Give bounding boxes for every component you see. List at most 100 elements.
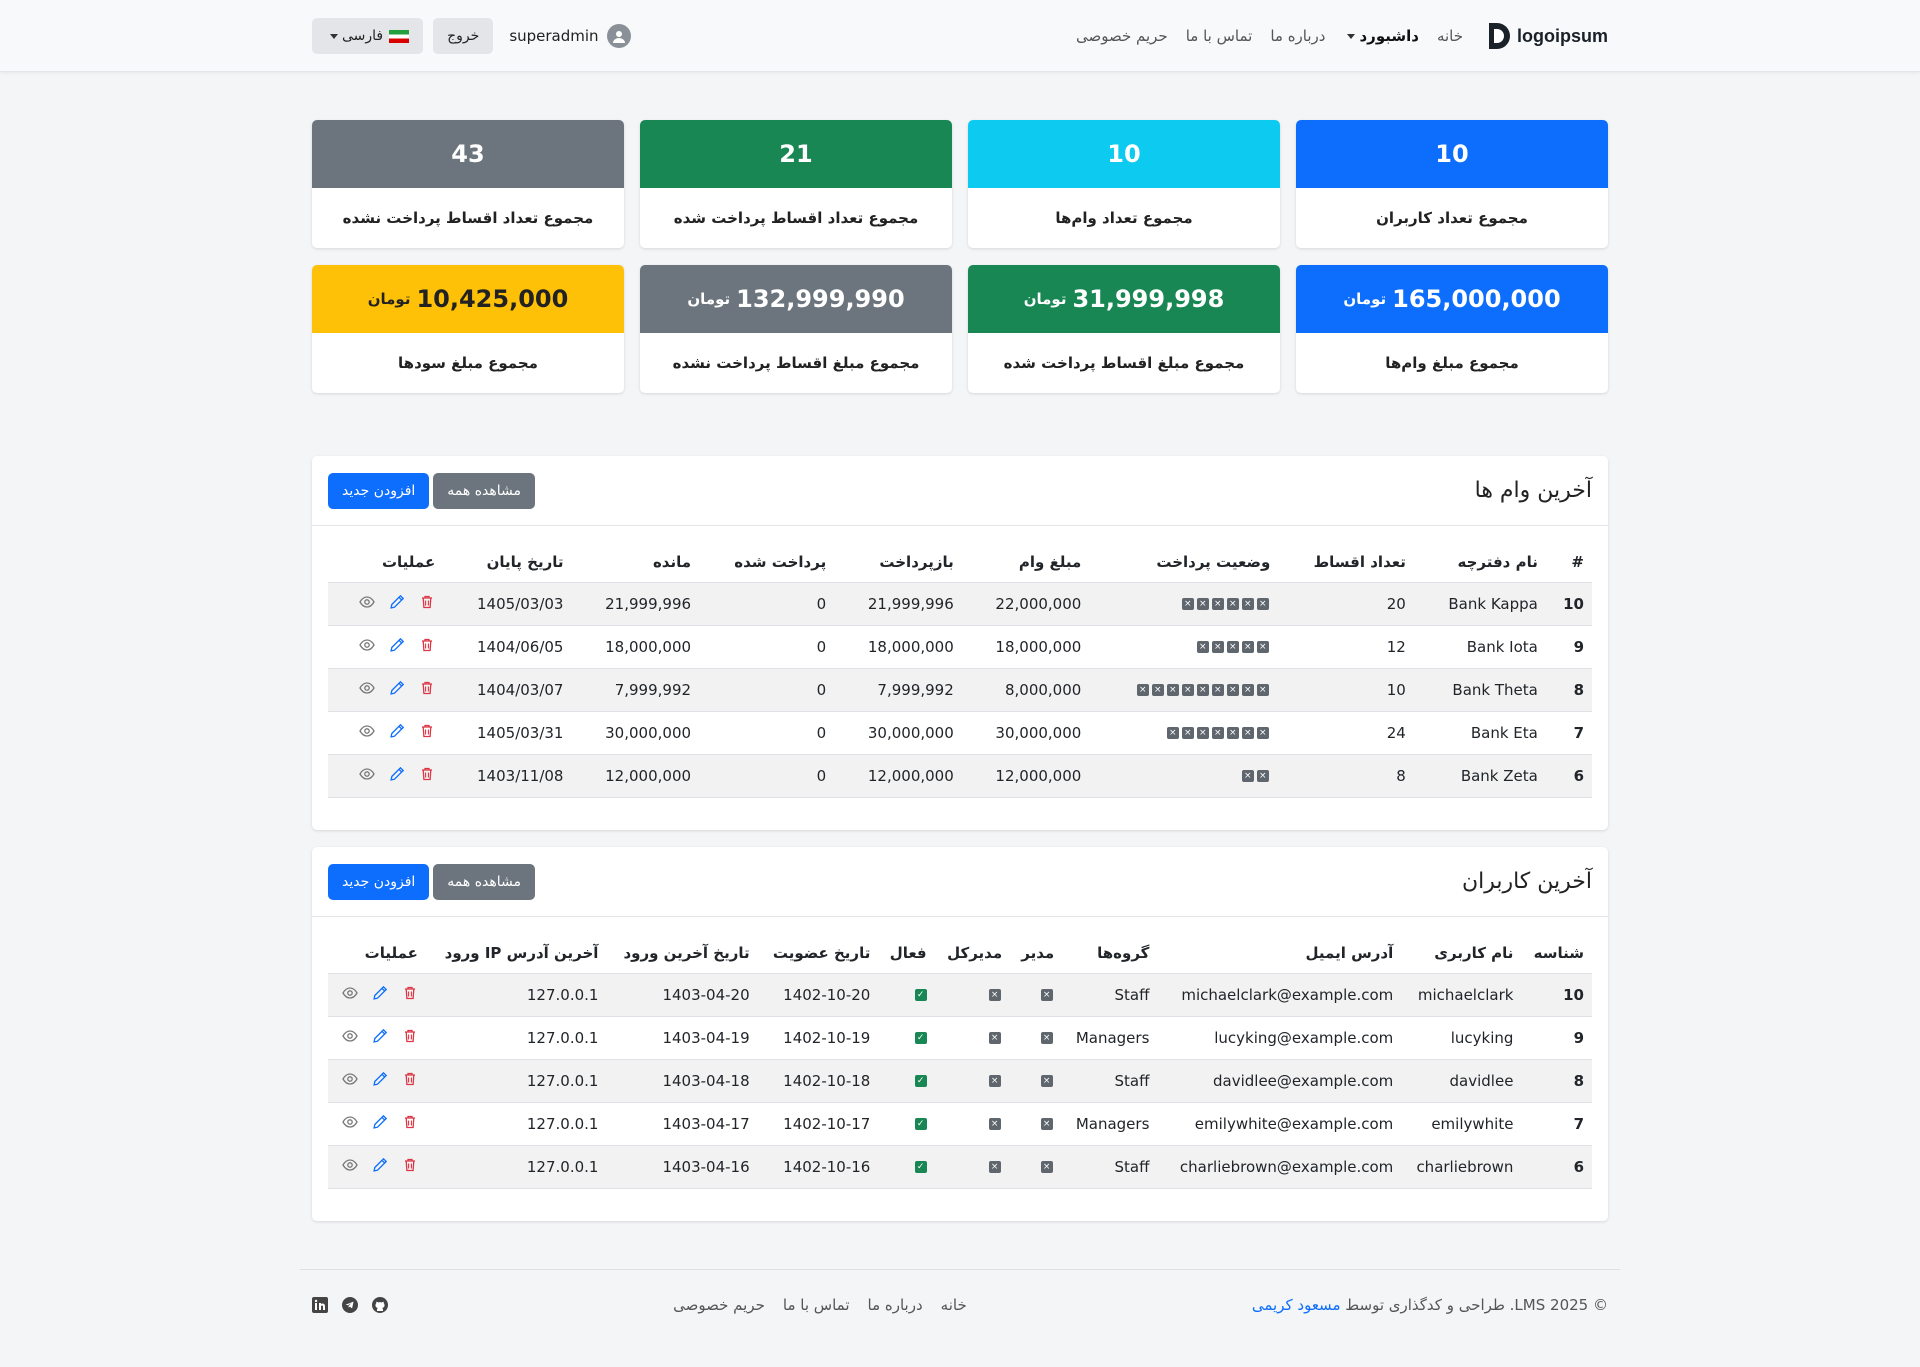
users-view-all-button[interactable]: مشاهده همه bbox=[433, 863, 536, 900]
latest-users-panel: آخرین کاربران مشاهده همه افزودن جدید شنا… bbox=[312, 847, 1608, 1221]
trash-icon[interactable] bbox=[402, 985, 418, 1001]
trash-icon[interactable] bbox=[402, 1157, 418, 1173]
loan-end-date: 1405/03/03 bbox=[443, 582, 572, 626]
user-menu[interactable]: superadmin bbox=[509, 24, 631, 48]
users-add-new-button[interactable]: افزودن جدید bbox=[328, 863, 430, 900]
eye-icon[interactable] bbox=[359, 594, 375, 610]
nav-contact[interactable]: تماس با ما bbox=[1186, 27, 1253, 45]
check-icon: ✓ bbox=[914, 1075, 927, 1087]
loan-installments: 24 bbox=[1278, 711, 1414, 755]
table-row: 9 lucyking lucyking@example.com Managers × × ✓… bbox=[328, 1016, 1592, 1060]
unpaid-status-icon: × bbox=[1211, 727, 1224, 739]
column-header: مبلغ وام bbox=[961, 542, 1090, 583]
eye-icon[interactable] bbox=[342, 1028, 358, 1044]
logout-button[interactable]: خروج bbox=[433, 18, 494, 54]
stat-value-box: 21 bbox=[640, 120, 952, 188]
pencil-icon[interactable] bbox=[389, 637, 405, 653]
actions-cell bbox=[328, 1102, 426, 1146]
stat-unit: تومان bbox=[687, 290, 731, 308]
stat-value-box: 31,999,998 تومان bbox=[968, 265, 1280, 333]
stat-value-box: 10,425,000 تومان bbox=[312, 265, 624, 333]
telegram-icon[interactable] bbox=[342, 1297, 359, 1313]
pencil-icon[interactable] bbox=[389, 766, 405, 782]
is-staff-cell: × bbox=[1010, 973, 1063, 1017]
pencil-icon[interactable] bbox=[372, 985, 388, 1001]
footer-link-home[interactable]: خانه bbox=[941, 1296, 967, 1314]
stat-label: مجموع تعداد اقساط پرداخت نشده bbox=[342, 209, 594, 227]
language-select[interactable]: فارسی bbox=[312, 18, 424, 54]
user-avatar-icon bbox=[606, 24, 631, 48]
user-email: davidlee@example.com bbox=[1157, 1059, 1402, 1103]
pencil-icon[interactable] bbox=[389, 680, 405, 696]
eye-icon[interactable] bbox=[359, 766, 375, 782]
nav-home[interactable]: خانه bbox=[1437, 27, 1463, 45]
pencil-icon[interactable] bbox=[389, 723, 405, 739]
footer-link-contact[interactable]: تماس با ما bbox=[783, 1296, 850, 1314]
eye-icon[interactable] bbox=[342, 1157, 358, 1173]
loans-add-new-button[interactable]: افزودن جدید bbox=[328, 472, 430, 509]
unpaid-status-icon: × bbox=[1196, 684, 1209, 696]
unpaid-status-icon: × bbox=[1241, 727, 1254, 739]
user-last-ip: 127.0.0.1 bbox=[425, 1102, 607, 1146]
stat-card: 165,000,000 تومان مجموع مبلغ وام‌ها bbox=[1296, 265, 1608, 393]
pencil-icon[interactable] bbox=[372, 1028, 388, 1044]
pencil-icon[interactable] bbox=[372, 1157, 388, 1173]
trash-icon[interactable] bbox=[402, 1071, 418, 1087]
column-header: تاریخ پایان bbox=[443, 542, 572, 583]
column-header: پرداخت شده bbox=[699, 542, 835, 583]
unpaid-status-icon: × bbox=[1226, 684, 1239, 696]
pencil-icon[interactable] bbox=[372, 1071, 388, 1087]
check-icon: ✓ bbox=[914, 1032, 927, 1044]
nav-about[interactable]: درباره ما bbox=[1270, 27, 1325, 45]
column-header: مدیر bbox=[1010, 933, 1063, 974]
trash-icon[interactable] bbox=[419, 594, 435, 610]
column-header: تعداد اقساط bbox=[1278, 542, 1414, 583]
stat-label: مجموع مبلغ اقساط پرداخت شده bbox=[1003, 354, 1245, 372]
pencil-icon[interactable] bbox=[389, 594, 405, 610]
is-superuser-cell: × bbox=[934, 1016, 1011, 1060]
trash-icon[interactable] bbox=[402, 1114, 418, 1130]
nav-privacy[interactable]: حریم خصوصی bbox=[1076, 27, 1168, 45]
is-active-cell: ✓ bbox=[878, 973, 935, 1017]
x-icon: × bbox=[988, 989, 1001, 1001]
stat-value: 10 bbox=[1435, 140, 1469, 168]
is-staff-cell: × bbox=[1010, 1016, 1063, 1060]
eye-icon[interactable] bbox=[359, 637, 375, 653]
eye-icon[interactable] bbox=[342, 985, 358, 1001]
footer-link-privacy[interactable]: حریم خصوصی bbox=[673, 1296, 765, 1314]
trash-icon[interactable] bbox=[419, 723, 435, 739]
pencil-icon[interactable] bbox=[372, 1114, 388, 1130]
eye-icon[interactable] bbox=[342, 1071, 358, 1087]
author-link[interactable]: مسعود کریمی bbox=[1252, 1296, 1341, 1314]
eye-icon[interactable] bbox=[342, 1114, 358, 1130]
user-last-login: 1403-04-20 bbox=[606, 973, 758, 1017]
user-last-login: 1403-04-16 bbox=[606, 1145, 758, 1189]
eye-icon[interactable] bbox=[359, 723, 375, 739]
stat-value-box: 43 bbox=[312, 120, 624, 188]
unpaid-status-icon: × bbox=[1181, 598, 1194, 610]
loan-id: 8 bbox=[1545, 668, 1592, 712]
linkedin-icon[interactable] bbox=[312, 1297, 329, 1313]
loans-view-all-button[interactable]: مشاهده همه bbox=[433, 472, 536, 509]
loan-paid: 0 bbox=[699, 625, 835, 669]
table-row: 9 Bank Iota 12 ××××× 18,000,000 18,000,000 0 18… bbox=[328, 625, 1592, 669]
footer-link-about[interactable]: درباره ما bbox=[868, 1296, 923, 1314]
loan-id: 7 bbox=[1545, 711, 1592, 755]
trash-icon[interactable] bbox=[419, 680, 435, 696]
loan-remaining: 21,999,996 bbox=[571, 582, 700, 626]
chevron-down-icon bbox=[1347, 34, 1356, 39]
trash-icon[interactable] bbox=[419, 766, 435, 782]
eye-icon[interactable] bbox=[359, 680, 375, 696]
actions-cell bbox=[328, 1016, 426, 1060]
table-row: 10 Bank Kappa 20 ×××××× 22,000,000 21,999,996… bbox=[328, 582, 1592, 626]
trash-icon[interactable] bbox=[402, 1028, 418, 1044]
nav-dashboard[interactable]: داشبورد bbox=[1343, 27, 1419, 45]
github-icon[interactable] bbox=[372, 1297, 389, 1313]
logo[interactable]: logoipsum bbox=[1489, 23, 1608, 49]
loan-remaining: 18,000,000 bbox=[571, 625, 700, 669]
trash-icon[interactable] bbox=[419, 637, 435, 653]
user-last-login: 1403-04-17 bbox=[606, 1102, 758, 1146]
stat-card: 10 مجموع تعداد وام‌ها bbox=[968, 120, 1280, 248]
stat-value: 43 bbox=[451, 140, 485, 168]
x-icon: × bbox=[988, 1118, 1001, 1130]
